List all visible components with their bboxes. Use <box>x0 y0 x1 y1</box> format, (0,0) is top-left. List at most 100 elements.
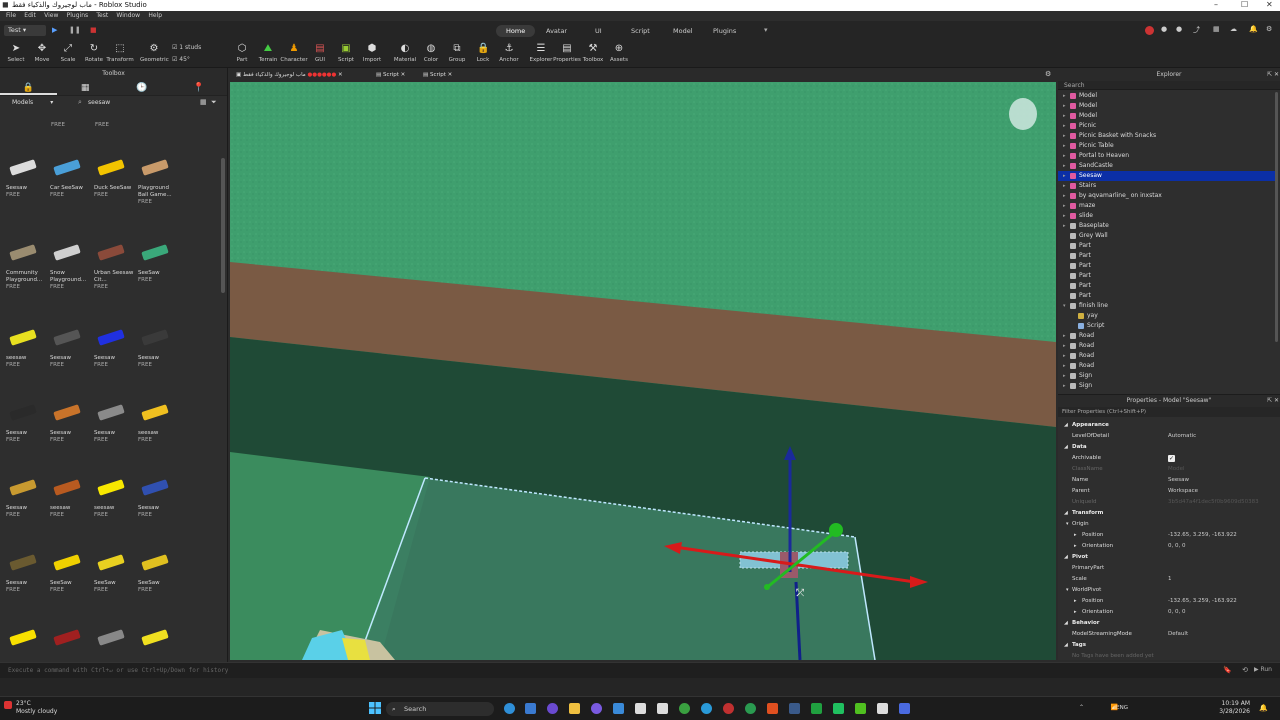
group-tool[interactable]: ⧉ Group <box>443 43 471 63</box>
expand-arrow-icon[interactable]: ▸ <box>1063 381 1066 391</box>
studs-field[interactable]: ☑ 1 studs <box>172 44 201 51</box>
viewport-settings-icon[interactable]: ⚙ <box>1045 70 1051 78</box>
expand-arrow-icon[interactable]: ▸ <box>1063 91 1066 101</box>
expand-arrow-icon[interactable]: ▾ <box>1063 301 1066 311</box>
explorer-row[interactable]: ▸ SandCastle <box>1058 161 1276 171</box>
expand-arrow-icon[interactable]: ▸ <box>1063 331 1066 341</box>
property-value[interactable]: -132.65, 3.259, -163.922 <box>1168 596 1237 606</box>
close-icon[interactable]: ✕ <box>1266 0 1273 9</box>
property-section[interactable]: ◢ Tags <box>1058 640 1276 650</box>
toolbox-tool[interactable]: ⚒ Toolbox <box>579 43 607 63</box>
tab-script-1[interactable]: ▤ Script ✕ <box>376 70 405 80</box>
property-value[interactable]: 3b5d47a4f1dec5f0b9609d50383 <box>1168 497 1259 507</box>
toolbox-scrollbar[interactable] <box>221 158 225 293</box>
explorer-row[interactable]: Part <box>1058 241 1276 251</box>
menu-edit[interactable]: Edit <box>24 11 36 21</box>
collapse-arrow-icon[interactable]: ◢ <box>1064 618 1068 628</box>
share-icon[interactable]: ⤴ <box>1193 25 1200 35</box>
chrome-icon[interactable] <box>745 703 756 714</box>
app-icon[interactable] <box>635 703 646 714</box>
property-value[interactable]: Seesaw <box>1168 475 1189 485</box>
command-bar[interactable]: Execute a command with Ctrl+↵ or use Ctr… <box>0 662 1280 678</box>
menu-test[interactable]: Test <box>96 11 108 21</box>
expand-arrow-icon[interactable]: ▸ <box>1063 171 1066 181</box>
explorer-row[interactable]: ▸ Model <box>1058 111 1276 121</box>
property-value[interactable]: 1 <box>1168 574 1172 584</box>
expand-arrow-icon[interactable]: ▸ <box>1063 101 1066 111</box>
chat-icon[interactable]: ● <box>1176 25 1182 33</box>
toolbox-item[interactable]: SeeSaw FREE <box>138 238 178 284</box>
telegram-icon[interactable] <box>701 703 712 714</box>
toolbox-item[interactable]: SeeSaw FREE <box>94 548 134 594</box>
tab-creations[interactable]: 📍 <box>170 80 227 95</box>
properties-filter-input[interactable]: Filter Properties (Ctrl+Shift+P) <box>1058 407 1280 417</box>
app-icon[interactable] <box>811 703 822 714</box>
toolbox-item[interactable]: Car SeeSaw FREE <box>50 153 90 199</box>
toolbox-item[interactable]: Seesaw FREE <box>6 548 46 594</box>
explorer-row[interactable]: ▸ Sign <box>1058 371 1276 381</box>
expand-arrow-icon[interactable]: ▸ <box>1063 121 1066 131</box>
explorer-row[interactable]: ▸ maze <box>1058 201 1276 211</box>
property-section[interactable]: ◢ Pivot <box>1058 552 1276 562</box>
toolbox-item[interactable] <box>94 623 134 655</box>
script-tool[interactable]: ▣ Script <box>332 43 360 63</box>
more-tabs-icon[interactable]: ▾ <box>764 26 768 34</box>
transform-tool[interactable]: ⬚ Transform <box>106 43 134 63</box>
settings-icon[interactable]: ⚙ <box>1266 25 1272 33</box>
app-icon[interactable] <box>591 703 602 714</box>
filter-icon[interactable]: ⏷ <box>211 98 217 107</box>
expand-arrow-icon[interactable]: ▸ <box>1063 201 1066 211</box>
viewport-3d[interactable]: ⤱ <box>230 82 1056 660</box>
collapse-arrow-icon[interactable]: ◢ <box>1064 552 1068 562</box>
expand-arrow-icon[interactable]: ▸ <box>1063 191 1066 201</box>
tab-script[interactable]: Script <box>621 25 660 37</box>
property-value[interactable]: Model <box>1168 464 1185 474</box>
collapse-arrow-icon[interactable]: ◢ <box>1064 420 1068 430</box>
explorer-row[interactable]: Part <box>1058 271 1276 281</box>
app-icon[interactable] <box>855 703 866 714</box>
explorer-row[interactable]: ▸ Model <box>1058 101 1276 111</box>
import-tool[interactable]: ⬢ Import <box>358 43 386 63</box>
expand-arrow-icon[interactable]: ▸ <box>1063 211 1066 221</box>
toolbox-item[interactable]: seesaw FREE <box>50 473 90 519</box>
explorer-row[interactable]: Part <box>1058 251 1276 261</box>
tab-recent[interactable]: 🕒 <box>114 80 171 95</box>
edge-icon[interactable] <box>504 703 515 714</box>
assets-tool[interactable]: ⊕ Assets <box>605 43 633 63</box>
bell-icon[interactable]: 🔔 <box>1249 25 1258 33</box>
select-tool[interactable]: ➤ Select <box>2 43 30 63</box>
collapse-arrow-icon[interactable]: ◢ <box>1064 640 1068 650</box>
toolbox-item[interactable]: Seesaw FREE <box>50 323 90 369</box>
explorer-row[interactable]: ▸ by aqvamarline_ on inxstax <box>1058 191 1276 201</box>
tab-inventory[interactable]: 🔒 <box>0 80 57 95</box>
expand-arrow-icon[interactable]: ▾ <box>1066 585 1069 595</box>
explorer-row[interactable]: Part <box>1058 291 1276 301</box>
expand-arrow-icon[interactable]: ▸ <box>1063 161 1066 171</box>
explorer-row[interactable]: ▸ Picnic <box>1058 121 1276 131</box>
history-icon[interactable]: ⟲ <box>1242 666 1248 674</box>
explorer-row[interactable]: Grey Wall <box>1058 231 1276 241</box>
clock[interactable]: 10:19 AM 3/28/2026 <box>1219 700 1250 716</box>
property-section[interactable]: ◢ Behavior <box>1058 618 1276 628</box>
toolbox-item[interactable]: Seesaw FREE <box>94 398 134 444</box>
toolbox-item[interactable]: Snow Playground... FREE <box>50 238 90 291</box>
property-section[interactable]: ◢ Appearance <box>1058 420 1276 430</box>
expand-arrow-icon[interactable]: ▸ <box>1074 541 1077 551</box>
material-tool[interactable]: ◐ Material <box>391 43 419 63</box>
rotate-tool[interactable]: ↻ Rotate <box>80 43 108 63</box>
character-tool[interactable]: ♟ Character <box>280 43 308 63</box>
toolbox-item[interactable]: Seesaw FREE <box>138 323 178 369</box>
explorer-row[interactable]: Script <box>1058 321 1276 331</box>
start-icon[interactable] <box>369 702 381 714</box>
explorer-row[interactable]: ▾ finish line <box>1058 301 1276 311</box>
toolbox-item[interactable]: Seesaw FREE <box>6 153 46 199</box>
undock-icon[interactable]: ⇱ <box>1267 395 1272 407</box>
explorer-search-input[interactable]: Search <box>1058 81 1280 90</box>
tab-place[interactable]: ▣ ماب لوجيروك والذكياء فقط ●●●●●● ✕ <box>236 70 343 80</box>
xbox-icon[interactable] <box>679 703 690 714</box>
expand-arrow-icon[interactable]: ▸ <box>1063 151 1066 161</box>
toolbox-search-input[interactable]: seesaw <box>88 99 110 106</box>
expand-arrow-icon[interactable]: ▸ <box>1063 351 1066 361</box>
toolbox-item[interactable] <box>6 623 46 655</box>
explorer-tool[interactable]: ☰ Explorer <box>527 43 555 63</box>
